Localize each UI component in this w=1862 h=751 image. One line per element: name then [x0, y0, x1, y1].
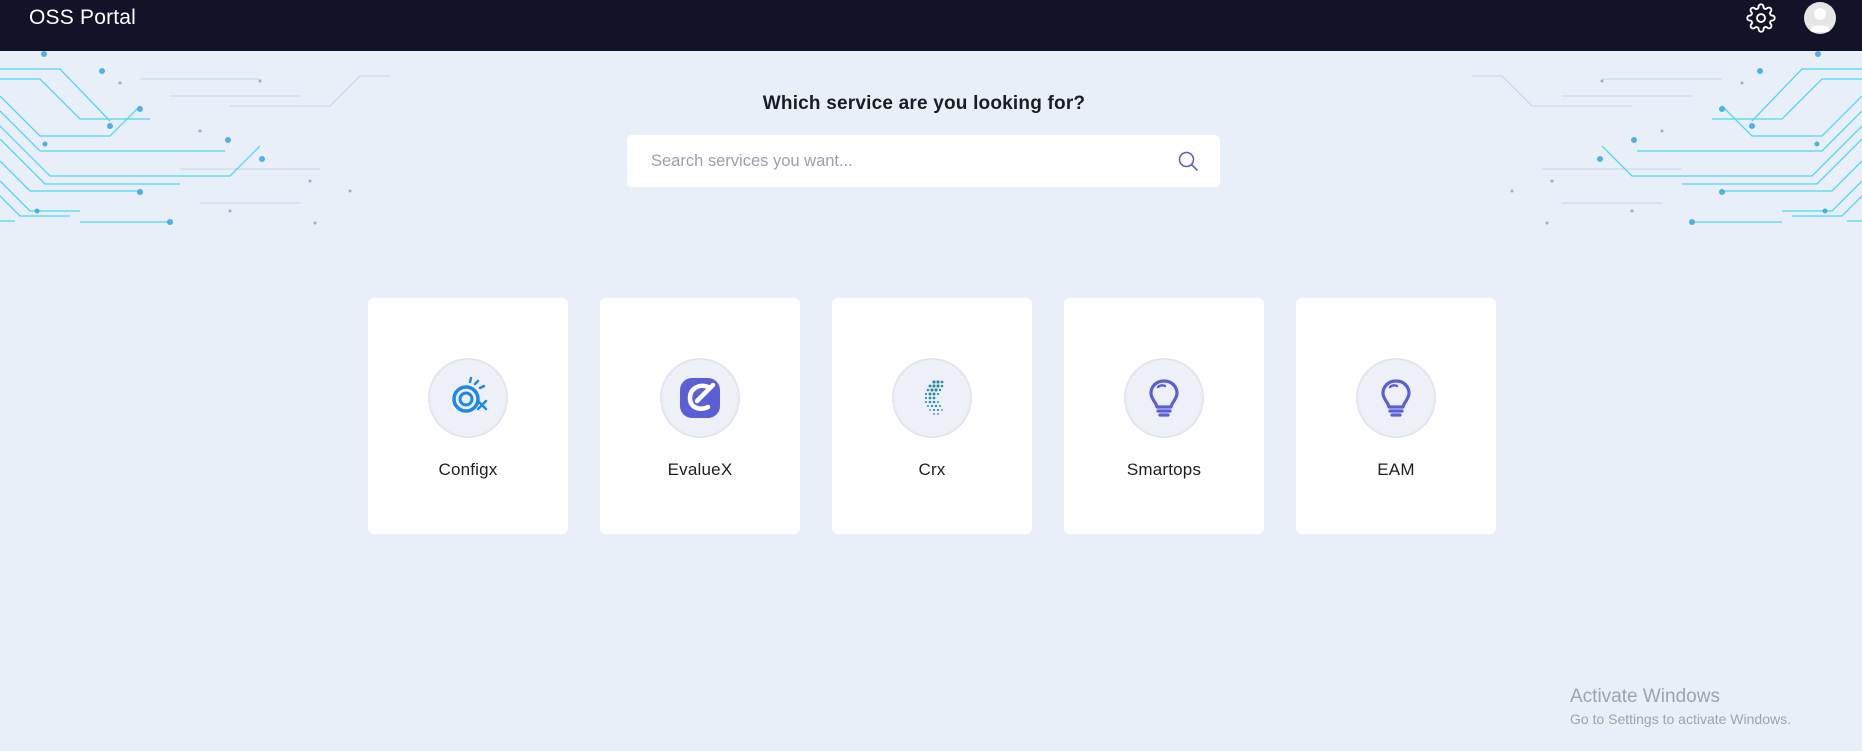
- service-card-eam[interactable]: EAM: [1296, 298, 1496, 534]
- service-card-label: Smartops: [1126, 460, 1202, 479]
- service-card-smartops[interactable]: Smartops: [1064, 298, 1264, 534]
- avatar[interactable]: [1804, 1, 1836, 34]
- app-title: OSS Portal: [29, 5, 137, 29]
- service-card-evaluex[interactable]: EvalueX: [600, 298, 800, 534]
- service-card-label: Crx: [918, 460, 946, 479]
- service-card-list: Configx EvalueX Crx Smartops EAM: [368, 298, 1496, 534]
- lightbulb-icon: [1124, 358, 1204, 438]
- circuit-decoration-left: [0, 51, 390, 225]
- configx-logo-icon: [428, 358, 508, 438]
- watermark-subtitle: Go to Settings to activate Windows.: [1570, 711, 1791, 727]
- service-card-label: EvalueX: [667, 460, 733, 479]
- search-bar: [627, 135, 1220, 187]
- windows-activation-watermark: Activate Windows Go to Settings to activ…: [1570, 686, 1791, 727]
- service-card-label: EAM: [1377, 460, 1415, 479]
- service-card-label: Configx: [438, 460, 498, 479]
- service-card-configx[interactable]: Configx: [368, 298, 568, 534]
- search-icon[interactable]: [1176, 149, 1200, 173]
- evaluex-logo-icon: [660, 358, 740, 438]
- user-silhouette-icon: [1809, 7, 1831, 32]
- gear-icon[interactable]: [1746, 2, 1776, 33]
- search-prompt-heading: Which service are you looking for?: [762, 93, 1086, 114]
- crx-logo-icon: [892, 358, 972, 438]
- lightbulb-icon: [1356, 358, 1436, 438]
- topbar-actions: [1746, 1, 1836, 34]
- search-input[interactable]: [651, 151, 1176, 171]
- top-navigation-bar: OSS Portal: [0, 0, 1862, 51]
- service-card-crx[interactable]: Crx: [832, 298, 1032, 534]
- circuit-decoration-right: [1472, 51, 1862, 225]
- watermark-title: Activate Windows: [1570, 686, 1720, 707]
